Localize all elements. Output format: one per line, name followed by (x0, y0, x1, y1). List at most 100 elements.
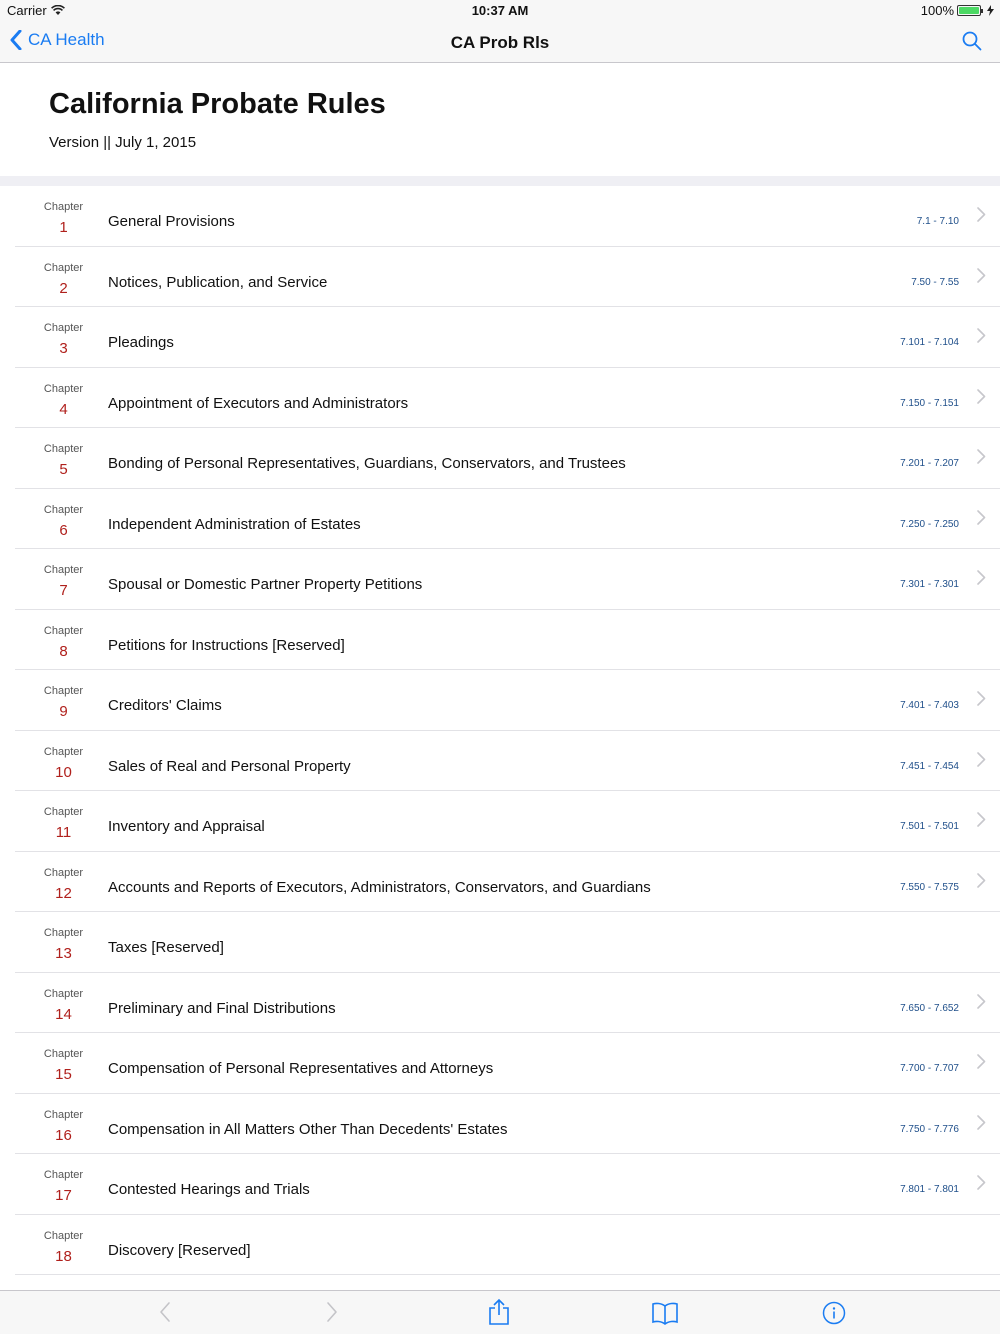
back-arrow-icon (160, 1302, 170, 1322)
chapter-title: Appointment of Executors and Administrat… (108, 394, 409, 412)
battery-icon (957, 5, 983, 16)
chevron-right-icon (977, 449, 986, 464)
chapter-row[interactable]: Chapter 10 Sales of Real and Personal Pr… (15, 731, 1000, 791)
chapter-row[interactable]: Chapter 2 Notices, Publication, and Serv… (15, 247, 1000, 307)
back-arrow-button[interactable] (157, 1300, 173, 1329)
status-bar: Carrier 10:37 AM 100% (0, 0, 1000, 22)
chevron-right-icon (977, 267, 986, 283)
chapter-row[interactable]: Chapter 15 Compensation of Personal Repr… (15, 1033, 1000, 1094)
chapter-number: 12 (55, 884, 72, 902)
chapter-number: 1 (59, 219, 68, 236)
chevron-left-icon (10, 30, 22, 50)
chapter-number: 15 (55, 1066, 72, 1083)
chapter-title: Bonding of Personal Representatives, Gua… (108, 455, 626, 472)
chapter-label: Chapter (43, 201, 84, 213)
chapter-label: Chapter (43, 927, 84, 939)
chapter-number: 9 (59, 703, 68, 720)
chapter-row[interactable]: Chapter 16 Compensation in All Matters O… (15, 1094, 1000, 1154)
chapter-row[interactable]: Chapter 11 Inventory and Appraisal 7.501… (15, 791, 1000, 852)
bookmarks-button[interactable] (651, 1301, 679, 1330)
chapter-label: Chapter (43, 1048, 84, 1060)
chapter-row[interactable]: Chapter 5 Bonding of Personal Representa… (15, 428, 1000, 489)
chapter-label: Chapter (43, 866, 84, 879)
chapter-row[interactable]: Chapter 1 General Provisions 7.1 - 7.10 (15, 186, 1000, 247)
chapter-label: Chapter (43, 261, 84, 274)
charging-bolt-icon (987, 5, 994, 16)
chapter-number: 3 (59, 340, 68, 357)
chapter-row[interactable]: Chapter 13 Taxes [Reserved] (15, 912, 1000, 973)
chevron-right-icon (977, 570, 986, 585)
rule-range: 7.401 - 7.403 (900, 700, 959, 711)
chapter-title: Sales of Real and Personal Property (108, 757, 351, 775)
chapter-label: Chapter (43, 685, 84, 697)
bottom-toolbar (0, 1290, 1000, 1334)
rule-range: 7.50 - 7.55 (911, 276, 959, 288)
status-time: 10:37 AM (471, 3, 529, 18)
chapter-number: 8 (59, 642, 68, 660)
chevron-right-icon (977, 388, 986, 404)
chevron-right-icon (977, 1114, 986, 1130)
battery-percent: 100% (920, 3, 954, 18)
back-button[interactable]: CA Health (10, 30, 105, 50)
chapter-number: 6 (59, 521, 68, 539)
chapter-label: Chapter (43, 322, 84, 334)
chapter-row[interactable]: Chapter 7 Spousal or Domestic Partner Pr… (15, 549, 1000, 610)
chevron-right-icon (977, 751, 986, 767)
chapter-row[interactable]: Chapter 6 Independent Administration of … (15, 489, 1000, 549)
chapter-title: Taxes [Reserved] (108, 939, 224, 956)
rule-range: 7.1 - 7.10 (916, 216, 959, 227)
info-button[interactable] (822, 1301, 846, 1330)
chapter-title: Notices, Publication, and Service (108, 273, 328, 291)
chevron-right-icon (977, 993, 986, 1009)
forward-arrow-button[interactable] (324, 1300, 340, 1329)
status-right: 100% (921, 3, 994, 18)
search-button[interactable] (962, 31, 982, 56)
chapter-label: Chapter (43, 503, 84, 516)
chapter-title: Compensation in All Matters Other Than D… (108, 1120, 508, 1138)
page-subtitle: Version || July 1, 2015 (49, 134, 197, 151)
rule-range: 7.150 - 7.151 (900, 397, 959, 409)
chapter-number: 5 (59, 461, 68, 478)
chapter-label: Chapter (43, 443, 84, 455)
chapter-title: General Provisions (108, 213, 235, 230)
chapter-title: Creditors' Claims (108, 697, 222, 714)
rule-range: 7.501 - 7.501 (900, 821, 959, 832)
chapter-row[interactable]: Chapter 18 Discovery [Reserved] (15, 1215, 1000, 1275)
chapter-number: 16 (55, 1126, 72, 1144)
chapter-label: Chapter (43, 1229, 84, 1242)
chapter-title: Preliminary and Final Distributions (108, 999, 336, 1017)
chapter-row[interactable]: Chapter 3 Pleadings 7.101 - 7.104 (15, 307, 1000, 368)
share-button[interactable] (487, 1298, 511, 1331)
chapter-label: Chapter (43, 987, 84, 1000)
rule-range: 7.700 - 7.707 (900, 1063, 959, 1074)
chevron-right-icon (977, 207, 986, 222)
chapter-label: Chapter (43, 1108, 84, 1121)
info-icon (822, 1301, 846, 1325)
chapter-row[interactable]: Chapter 17 Contested Hearings and Trials… (15, 1154, 1000, 1215)
page-title: California Probate Rules (49, 88, 386, 120)
search-icon (962, 31, 982, 51)
chapter-row[interactable]: Chapter 4 Appointment of Executors and A… (15, 368, 1000, 428)
rule-range: 7.750 - 7.776 (900, 1123, 959, 1135)
nav-title: CA Prob Rls (450, 33, 550, 52)
chapter-label: Chapter (43, 806, 84, 818)
chapter-title: Contested Hearings and Trials (108, 1181, 310, 1198)
chapter-row[interactable]: Chapter 14 Preliminary and Final Distrib… (15, 973, 1000, 1033)
chapter-number: 14 (55, 1005, 72, 1023)
chapter-number: 17 (55, 1187, 72, 1204)
chapter-label: Chapter (43, 382, 84, 395)
rule-range: 7.301 - 7.301 (900, 579, 959, 590)
chapter-row[interactable]: Chapter 9 Creditors' Claims 7.401 - 7.40… (15, 670, 1000, 731)
rule-range: 7.801 - 7.801 (900, 1184, 959, 1195)
chapter-number: 11 (55, 824, 72, 841)
chapter-row[interactable]: Chapter 8 Petitions for Instructions [Re… (15, 610, 1000, 670)
chevron-right-icon (977, 1175, 986, 1190)
chapter-row[interactable]: Chapter 12 Accounts and Reports of Execu… (15, 852, 1000, 912)
chapter-title: Accounts and Reports of Executors, Admin… (108, 878, 651, 896)
chapter-number: 18 (55, 1247, 72, 1265)
rule-range: 7.101 - 7.104 (900, 337, 959, 348)
chevron-right-icon (977, 1054, 986, 1069)
chapter-title: Independent Administration of Estates (108, 515, 361, 533)
share-icon (489, 1298, 509, 1325)
chapter-label: Chapter (43, 564, 84, 576)
